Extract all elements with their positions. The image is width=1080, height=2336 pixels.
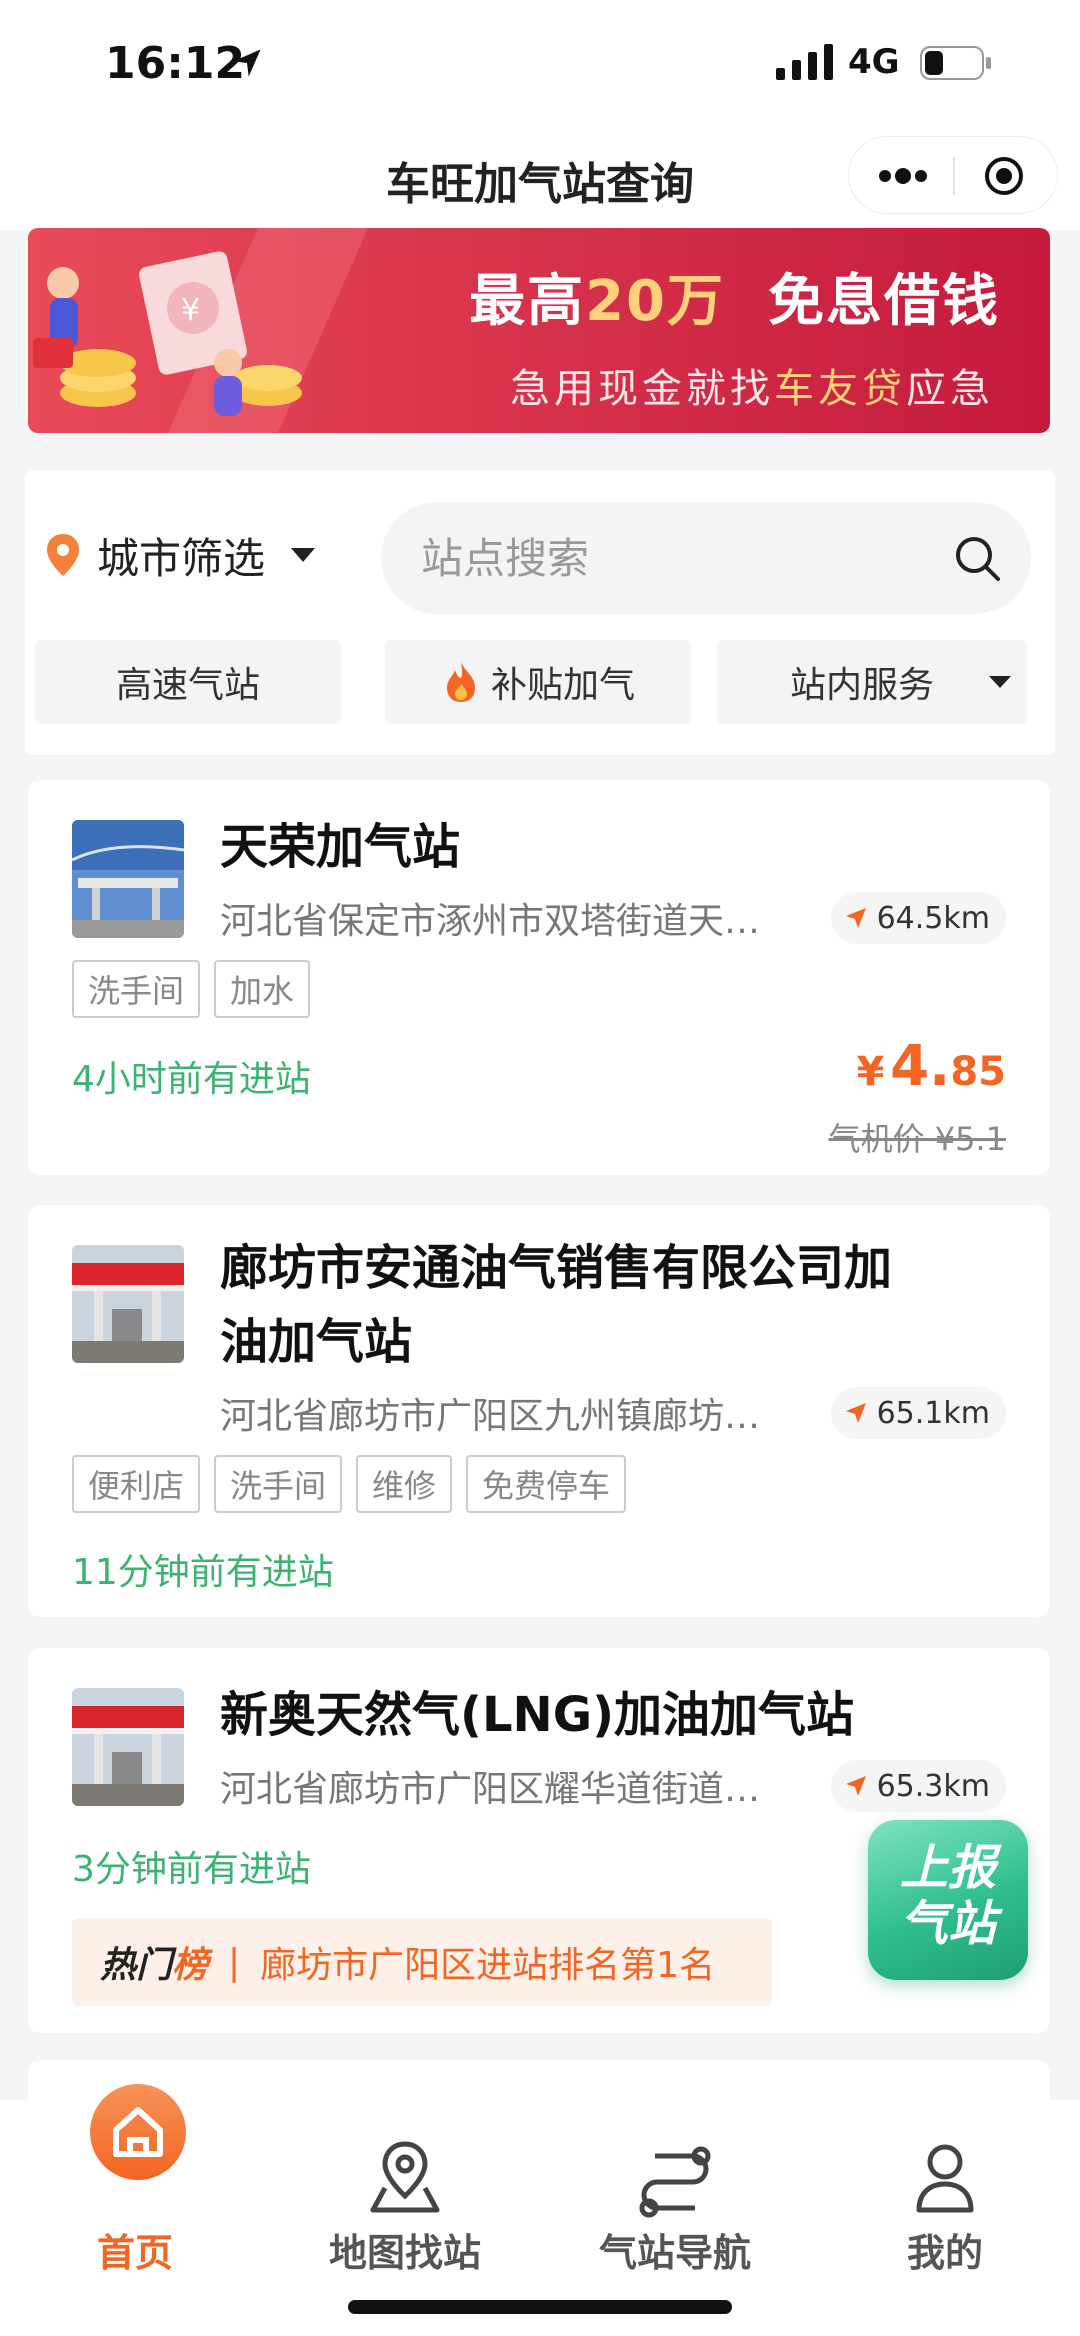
tab-navigation[interactable]: 气站导航 [540,2100,810,2280]
hot-label: 热门 [100,1945,173,1986]
original-price: 气机价 ¥5.1 [828,1120,1006,1158]
chip-subsidy[interactable]: 补贴加气 [385,640,691,724]
price-currency: ¥ [856,1049,885,1095]
banner-amount: 20万 [585,269,725,334]
chip-subsidy-label: 补贴加气 [490,665,635,706]
tab-profile-label: 我的 [906,2231,983,2275]
station-card[interactable]: 天荣加气站 河北省保定市涿州市双塔街道天… 64.5km 洗手间 加水 4小时前… [28,780,1050,1175]
banner-subline: 急用现金就找车友贷应急 [510,356,994,414]
station-name-line1: 廊坊市安通油气销售有限公司加 [220,1240,893,1296]
chip-station-services[interactable]: 站内服务 [717,640,1027,724]
station-address: 河北省保定市涿州市双塔街道天… [220,901,761,942]
distance-value: 65.3km [876,1768,990,1804]
city-filter-dropdown[interactable]: 城市筛选 [45,525,333,585]
station-address: 河北省廊坊市广阳区耀华道街道… [220,1769,761,1810]
service-tags: 洗手间 加水 [72,960,324,1018]
search-input[interactable] [421,530,941,586]
more-icon[interactable] [877,159,929,193]
search-icon[interactable] [953,534,1001,582]
banner-headline-pre: 最高 [469,269,586,334]
station-name-line2: 油加气站 [220,1314,413,1370]
chip-highway-stations[interactable]: 高速气站 [35,640,341,724]
banner-headline-post: 免息借钱 [768,269,1000,334]
fire-icon [446,662,475,702]
navigate-arrow-icon [845,1403,866,1423]
station-address: 河北省廊坊市广阳区九州镇廊坊… [220,1396,761,1437]
distance-badge[interactable]: 65.3km [830,1760,1006,1812]
distance-badge[interactable]: 65.1km [830,1387,1006,1439]
report-button-line2: 气站 [899,1896,996,1952]
distance-badge[interactable]: 64.5km [830,892,1006,944]
tab-navigation-label: 气站导航 [598,2231,751,2275]
mini-program-capsule [848,136,1058,214]
map-pin-icon [370,2141,440,2213]
filter-panel: 城市筛选 高速气站 补贴加气 站内服务 [25,470,1055,755]
station-name: 天荣加气站 [220,819,461,875]
status-time: 16:12 [105,38,246,89]
report-station-button[interactable]: 上报 气站 [868,1820,1028,1980]
hot-divider: | [228,1941,241,1983]
network-type: 4G [848,42,900,82]
tab-home-label: 首页 [96,2231,173,2275]
service-tag: 洗手间 [72,960,201,1018]
status-bar: 16:12 4G [0,0,1080,120]
hot-ranking-bar[interactable]: 热门榜 | 廊坊市广阳区进站排名第1名 [72,1918,772,2006]
recent-visit-text: 11分钟前有进站 [72,1552,334,1593]
station-photo [72,820,184,938]
hot-label-accent: 榜 [172,1945,209,1986]
home-indicator [348,2300,732,2314]
service-tag: 加水 [214,960,311,1018]
service-tag: 免费停车 [466,1455,627,1513]
station-price: ¥ 4.85 [857,1034,1006,1099]
search-box [381,502,1031,614]
station-photo [72,1688,184,1806]
user-icon [916,2144,974,2213]
station-name: 廊坊市安通油气销售有限公司加 油加气站 [220,1231,1020,1379]
banner-subline-post: 应急 [906,366,994,412]
location-pin-icon [47,534,79,576]
tab-map[interactable]: 地图找站 [270,2100,540,2280]
location-arrow-icon [233,49,261,77]
banner-headline: 最高20万 免息借钱 [469,256,1000,337]
route-icon [639,2146,711,2218]
promo-banner[interactable]: ¥ 最高20万 免息借钱 急用现金就找车友贷应急 [28,228,1050,433]
service-tags: 便利店 洗手间 维修 免费停车 [72,1455,640,1513]
tab-map-label: 地图找站 [328,2231,481,2275]
station-name: 新奥天然气(LNG)加油加气站 [220,1687,855,1743]
capsule-divider [953,157,955,195]
navigate-arrow-icon [845,908,866,928]
report-button-line1: 上报 [899,1840,996,1896]
distance-value: 65.1km [876,1395,990,1431]
chevron-down-icon [989,676,1011,688]
navigate-arrow-icon [845,1776,866,1796]
service-tag: 便利店 [72,1455,201,1513]
service-tag: 洗手间 [214,1455,343,1513]
recent-visit-text: 4小时前有进站 [72,1059,311,1100]
svg-text:¥: ¥ [181,293,200,328]
battery-icon [920,46,991,80]
banner-brand: 车友贷 [774,366,906,412]
home-tab-highlight[interactable] [90,2084,186,2180]
nav-bar: 车旺加气站查询 [0,120,1080,230]
hot-ranking-text: 廊坊市广阳区进站排名第1名 [260,1945,716,1986]
home-icon [113,2107,163,2157]
chip-highway-label: 高速气站 [115,665,260,706]
banner-subline-pre: 急用现金就找 [510,366,774,412]
close-mini-program-icon[interactable] [983,155,1025,197]
signal-icon [776,44,833,80]
station-card[interactable]: 廊坊市安通油气销售有限公司加 油加气站 河北省廊坊市广阳区九州镇廊坊… 65.1… [28,1205,1050,1617]
price-integer: 4. [890,1034,951,1099]
tab-profile[interactable]: 我的 [810,2100,1080,2280]
banner-illustration: ¥ [33,228,368,433]
recent-visit-text: 3分钟前有进站 [72,1849,311,1890]
price-decimal: 85 [950,1049,1006,1095]
station-photo [72,1245,184,1363]
chip-services-label: 站内服务 [789,665,934,706]
distance-value: 64.5km [876,900,990,936]
service-tag: 维修 [356,1455,453,1513]
city-filter-label: 城市筛选 [97,533,266,583]
chevron-down-icon [291,548,316,562]
